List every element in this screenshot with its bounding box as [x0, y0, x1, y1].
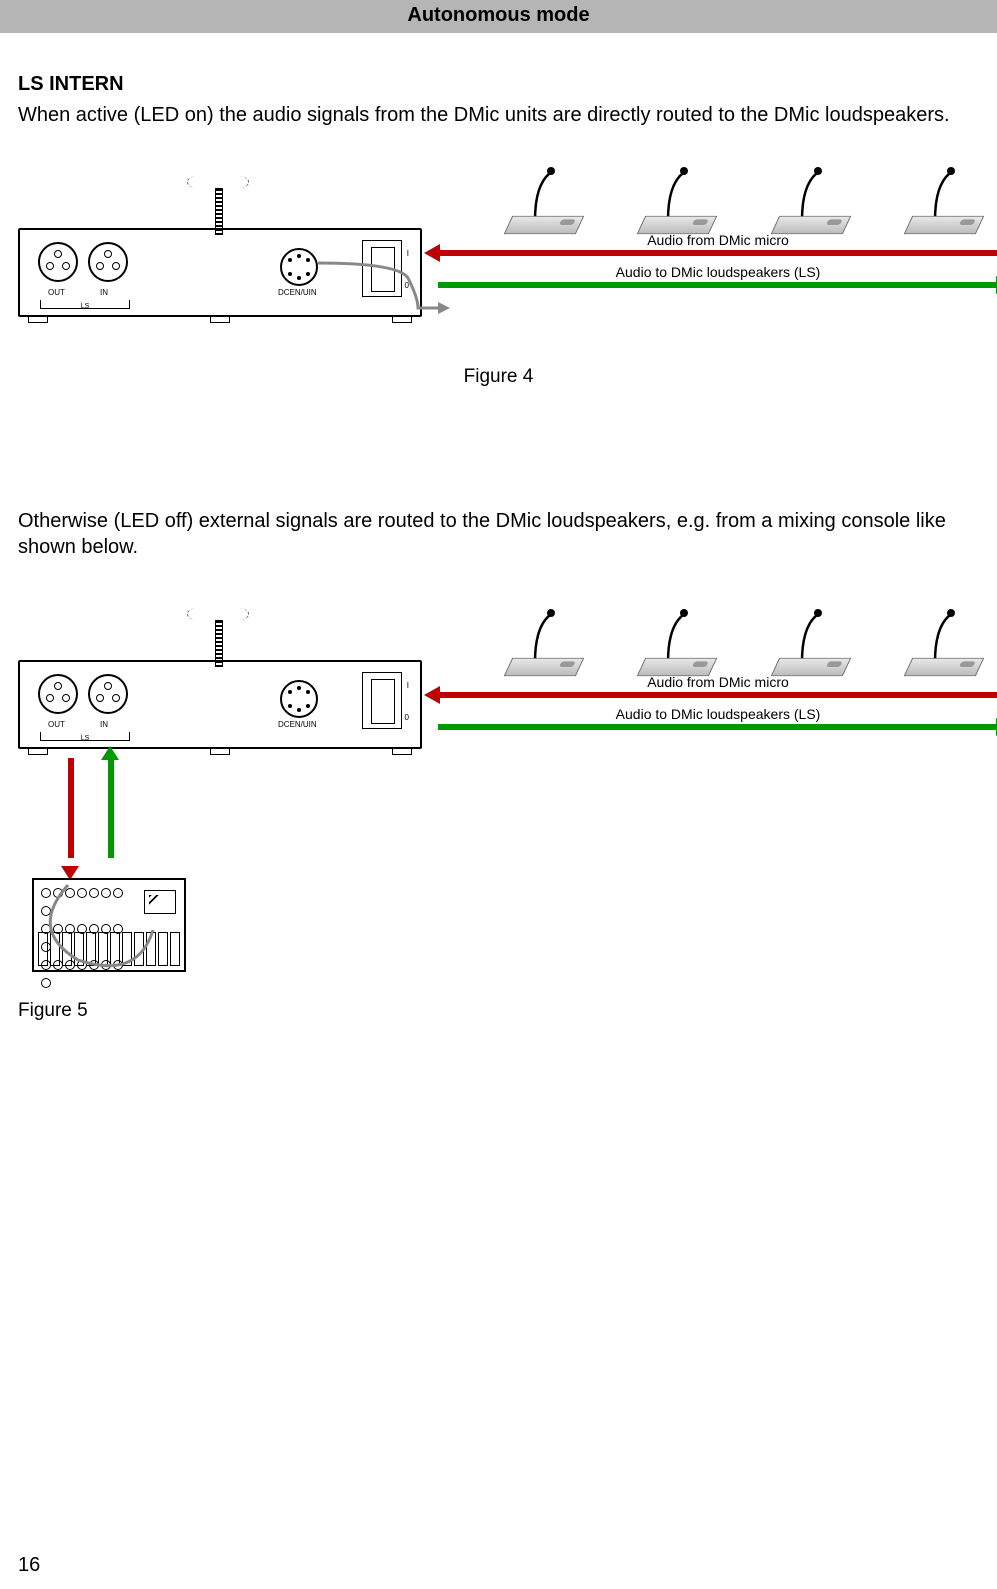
- routing-path-fig4: [18, 228, 438, 348]
- label-ls: LS: [40, 732, 130, 741]
- section-title-ls-intern: LS INTERN: [18, 73, 979, 96]
- dmic-unit-icon: [898, 600, 988, 680]
- page-header: Autonomous mode: [0, 0, 997, 33]
- vertical-arrows-to-mixer: [46, 758, 136, 868]
- dmic-unit-icon: [498, 158, 588, 238]
- switch-off-mark: 0: [405, 713, 409, 722]
- label-audio-to-ls: Audio to DMic loudspeakers (LS): [438, 264, 997, 280]
- dmic-unit-icon: [498, 600, 588, 680]
- dcn-connector-icon: [280, 680, 318, 718]
- section1-body: When active (LED on) the audio signals f…: [18, 102, 979, 128]
- label-in: IN: [100, 720, 108, 729]
- arrow-audio-from-micro: Audio from DMic micro: [438, 692, 997, 698]
- dmic-unit-icon: [898, 158, 988, 238]
- label-audio-from-micro: Audio from DMic micro: [438, 674, 997, 690]
- label-out: OUT: [48, 720, 65, 729]
- antenna-icon: [193, 590, 243, 665]
- antenna-icon: [193, 158, 243, 233]
- dmic-unit-icon: [765, 600, 855, 680]
- section2-body: Otherwise (LED off) external signals are…: [18, 508, 979, 560]
- mixer-cable-icon: [18, 870, 218, 990]
- figure-4: OUT IN LS DCEN/UIN I 0: [18, 158, 979, 358]
- xlr-in-icon: [88, 674, 128, 714]
- rack-unit-fig5: OUT IN LS DCEN/UIN I 0: [18, 590, 438, 770]
- arrow-audio-from-micro: Audio from DMic micro: [438, 250, 997, 256]
- dmic-unit-icon: [631, 158, 721, 238]
- dmic-units-fig4: Audio from DMic micro Audio to DMic loud…: [498, 158, 988, 348]
- arrow-audio-to-ls: Audio to DMic loudspeakers (LS): [438, 724, 997, 730]
- page-number: 16: [18, 1554, 40, 1577]
- dmic-unit-icon: [631, 600, 721, 680]
- label-audio-to-ls: Audio to DMic loudspeakers (LS): [438, 706, 997, 722]
- label-dcn: DCEN/UIN: [278, 720, 317, 729]
- dmic-unit-icon: [765, 158, 855, 238]
- rack-unit-fig4: OUT IN LS DCEN/UIN I 0: [18, 158, 438, 338]
- dmic-units-fig5: Audio from DMic micro Audio to DMic loud…: [498, 600, 988, 790]
- xlr-out-icon: [38, 674, 78, 714]
- figure4-caption: Figure 4: [18, 366, 979, 388]
- figure-5: OUT IN LS DCEN/UIN I 0: [18, 590, 979, 990]
- label-audio-from-micro: Audio from DMic micro: [438, 232, 997, 248]
- switch-on-mark: I: [407, 681, 409, 690]
- figure5-caption: Figure 5: [18, 1000, 979, 1022]
- arrow-audio-to-ls: Audio to DMic loudspeakers (LS): [438, 282, 997, 288]
- power-switch-icon: I 0: [362, 672, 402, 729]
